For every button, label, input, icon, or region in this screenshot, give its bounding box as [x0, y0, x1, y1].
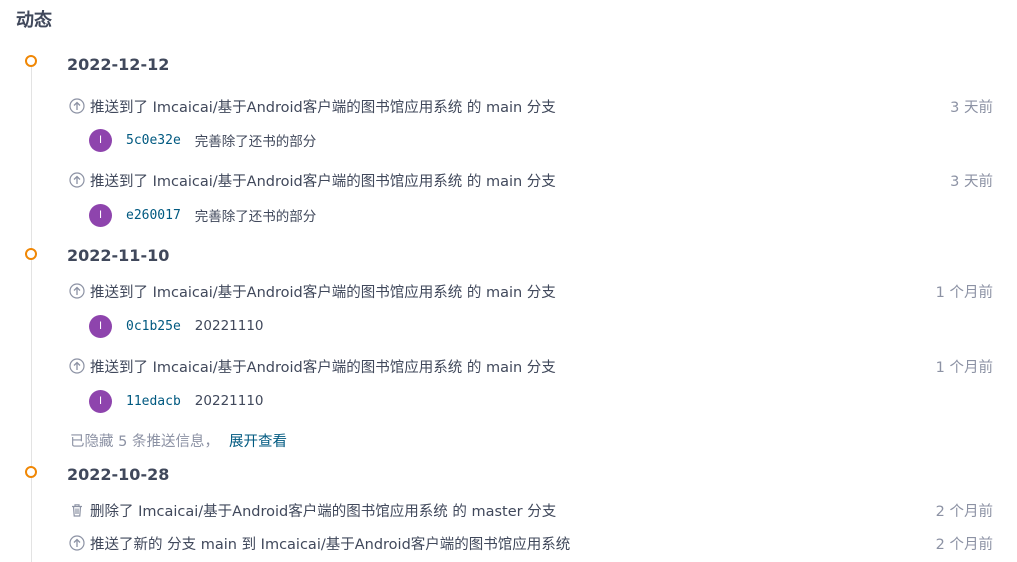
commit-message: 20221110	[194, 318, 264, 334]
event-connector: 的	[466, 359, 482, 376]
timeline-dot	[25, 248, 37, 260]
commit-row: I 0c1b25e 20221110	[89, 314, 264, 338]
push-icon	[68, 534, 86, 552]
timeline-line	[31, 66, 32, 562]
repo-link[interactable]: Imcaicai/基于Android客户端的图书馆应用系统	[153, 360, 463, 376]
commit-sha-link[interactable]: 0c1b25e	[126, 319, 181, 334]
event-verb: 推送到了	[90, 359, 148, 376]
branch-link[interactable]: main	[486, 360, 522, 376]
repo-link[interactable]: Imcaicai/基于Android客户端的图书馆应用系统	[153, 174, 463, 190]
commit-sha-link[interactable]: 5c0e32e	[126, 133, 181, 148]
event-suffix: 到	[241, 536, 257, 553]
event-suffix: 分支	[527, 503, 557, 520]
timeline-dot	[25, 466, 37, 478]
event-connector: 的	[466, 173, 482, 190]
commit-sha-link[interactable]: e260017	[126, 208, 181, 223]
trash-icon	[68, 501, 86, 519]
commit-row: I 11edacb 20221110	[89, 389, 264, 413]
event-time: 1 个月前	[935, 359, 993, 376]
event-verb: 推送到了	[90, 99, 148, 116]
event-verb: 删除了	[90, 503, 134, 520]
repo-link[interactable]: Imcaicai/基于Android客户端的图书馆应用系统	[153, 100, 463, 116]
event-suffix: 分支	[526, 173, 556, 190]
push-icon	[68, 357, 86, 375]
hidden-pushes-note: 已隐藏 5 条推送信息， 展开查看	[70, 430, 287, 451]
branch-link[interactable]: master	[471, 504, 522, 520]
branch-link[interactable]: main	[486, 100, 522, 116]
activity-event: 推送到了 Imcaicai/基于Android客户端的图书馆应用系统 的 mai…	[68, 280, 993, 302]
page-title: 动态	[16, 10, 52, 31]
event-verb: 推送了新的	[90, 536, 163, 553]
event-connector: 的	[466, 99, 482, 116]
event-verb: 推送到了	[90, 173, 148, 190]
date-heading: 2022-11-10	[67, 246, 170, 265]
event-connector: 的	[466, 284, 482, 301]
date-heading: 2022-10-28	[67, 465, 170, 484]
repo-link[interactable]: Imcaicai/基于Android客户端的图书馆应用系统	[153, 285, 463, 301]
expand-pushes-link[interactable]: 展开查看	[229, 434, 287, 450]
event-suffix: 分支	[526, 284, 556, 301]
branch-link[interactable]: main	[486, 174, 522, 190]
push-icon	[68, 171, 86, 189]
avatar[interactable]: I	[89, 128, 112, 152]
event-connector: 分支	[167, 536, 197, 553]
branch-link[interactable]: main	[201, 537, 237, 553]
commit-message: 完善除了还书的部分	[194, 134, 317, 150]
commit-sha-link[interactable]: 11edacb	[126, 394, 181, 409]
event-time: 3 天前	[950, 99, 993, 116]
event-time: 2 个月前	[935, 536, 993, 553]
repo-link[interactable]: Imcaicai/基于Android客户端的图书馆应用系统	[261, 537, 571, 553]
activity-event: 推送到了 Imcaicai/基于Android客户端的图书馆应用系统 的 mai…	[68, 95, 993, 117]
event-time: 3 天前	[950, 173, 993, 190]
commit-row: I 5c0e32e 完善除了还书的部分	[89, 128, 316, 152]
event-suffix: 分支	[526, 359, 556, 376]
activity-event: 推送到了 Imcaicai/基于Android客户端的图书馆应用系统 的 mai…	[68, 169, 993, 191]
commit-message: 20221110	[194, 393, 264, 409]
commit-message: 完善除了还书的部分	[194, 209, 317, 225]
branch-link[interactable]: main	[486, 285, 522, 301]
hidden-pushes-text: 已隐藏 5 条推送信息，	[70, 434, 219, 450]
event-verb: 推送到了	[90, 284, 148, 301]
push-icon	[68, 97, 86, 115]
activity-event: 删除了 Imcaicai/基于Android客户端的图书馆应用系统 的 mast…	[68, 499, 993, 521]
commit-row: I e260017 完善除了还书的部分	[89, 203, 316, 227]
event-connector: 的	[452, 503, 467, 520]
event-suffix: 分支	[526, 99, 556, 116]
activity-event: 推送到了 Imcaicai/基于Android客户端的图书馆应用系统 的 mai…	[68, 355, 993, 377]
repo-link[interactable]: Imcaicai/基于Android客户端的图书馆应用系统	[138, 504, 448, 520]
push-icon	[68, 282, 86, 300]
avatar[interactable]: I	[89, 389, 112, 413]
avatar[interactable]: I	[89, 203, 112, 227]
date-heading: 2022-12-12	[67, 55, 170, 74]
event-time: 1 个月前	[935, 284, 993, 301]
timeline-dot	[25, 55, 37, 67]
activity-event: 推送了新的 分支 main 到 Imcaicai/基于Android客户端的图书…	[68, 532, 993, 554]
avatar[interactable]: I	[89, 314, 112, 338]
event-time: 2 个月前	[935, 503, 993, 520]
